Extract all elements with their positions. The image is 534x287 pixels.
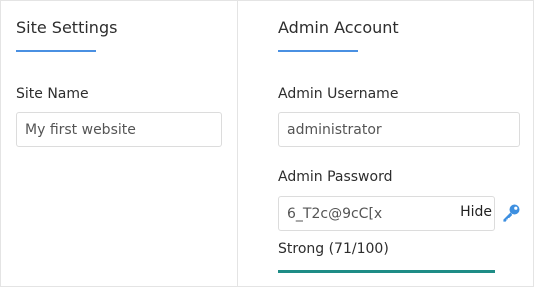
site-settings-title: Site Settings: [16, 18, 118, 37]
site-settings-title-underline: [16, 50, 96, 52]
admin-username-label: Admin Username: [278, 86, 399, 102]
admin-password-input[interactable]: [279, 197, 454, 230]
site-name-label: Site Name: [16, 86, 89, 102]
password-strength-fill: [278, 270, 495, 273]
password-strength-meter: [278, 270, 495, 273]
site-settings-section: Site Settings Site Name: [1, 1, 237, 286]
admin-account-title-underline: [278, 50, 358, 52]
hide-password-button[interactable]: Hide: [460, 204, 492, 220]
admin-account-section: Admin Account Admin Username Admin Passw…: [238, 1, 533, 286]
admin-account-title: Admin Account: [278, 18, 399, 37]
site-name-input[interactable]: [16, 112, 222, 147]
password-strength-label: Strong (71/100): [278, 241, 389, 257]
key-icon[interactable]: [501, 203, 521, 223]
admin-username-input[interactable]: [278, 112, 520, 147]
admin-password-label: Admin Password: [278, 169, 393, 185]
admin-password-field: Hide: [278, 196, 495, 231]
settings-panel: Site Settings Site Name Admin Account Ad…: [0, 0, 534, 287]
